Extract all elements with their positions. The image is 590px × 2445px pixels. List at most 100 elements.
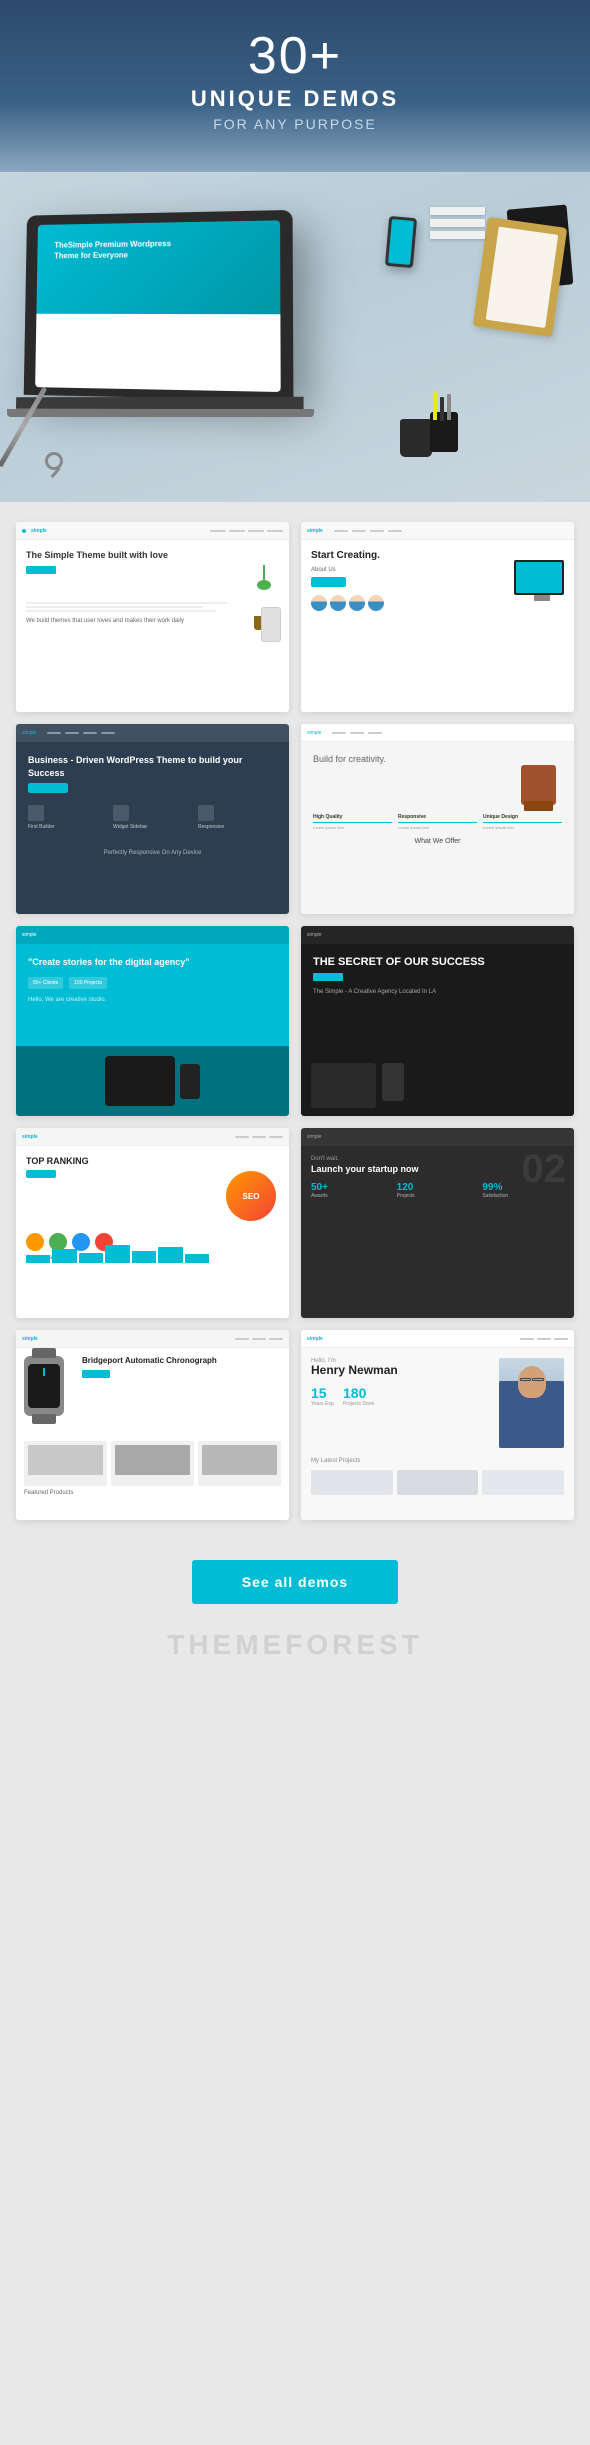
demo-2-nav: [334, 530, 402, 532]
notebook-inner: [486, 227, 558, 328]
demo-card-9[interactable]: simple: [16, 1330, 289, 1520]
watermark-section: ThemeForest: [0, 1624, 590, 1666]
chair-back: [521, 765, 556, 805]
demo-1-text-area: We build themes that user loves and make…: [26, 602, 279, 624]
demo-8-content: Don't wait. Launch your startup now 02 5…: [301, 1146, 574, 1209]
product-1: [24, 1441, 107, 1486]
demo-card-10[interactable]: simple Hello, I'm Henry Newman: [301, 1330, 574, 1520]
demo-3-features: First Builder Widget Sidebar Responsive: [28, 805, 277, 830]
nav-item: [352, 530, 366, 532]
feature-3: Responsive: [198, 805, 277, 830]
demo-card-5[interactable]: simple "Create stories for the digital a…: [16, 926, 289, 1116]
product-img-3: [202, 1445, 277, 1475]
demo-5-devices: [16, 1046, 289, 1116]
demo-3-logo: simple: [22, 730, 36, 736]
demo-card-8[interactable]: simple Don't wait. Launch your startup n…: [301, 1128, 574, 1318]
nav-item: [252, 1338, 266, 1340]
demo-1-inner: simple The Simple Theme built with love: [16, 522, 289, 712]
header-number: 30+: [20, 30, 570, 82]
nav-item: [537, 1338, 551, 1340]
demo-1-line: [26, 610, 216, 612]
watch-hand: [43, 1368, 45, 1376]
demo-3-inner: simple Business - Driven WordPress Theme…: [16, 724, 289, 914]
demo-5-inner: simple "Create stories for the digital a…: [16, 926, 289, 1116]
demo-6-btn: [313, 973, 343, 981]
demo-5-logo: simple: [22, 932, 36, 938]
see-all-button[interactable]: See all demos: [192, 1560, 398, 1604]
small-books: [430, 207, 485, 239]
feature-num-2: 120: [397, 1182, 479, 1193]
product-img-1: [28, 1445, 103, 1475]
demo-7-inner: simple TOP RANKING SEO: [16, 1128, 289, 1318]
demo-1-header: simple: [16, 522, 289, 540]
demo-5-studio: Hello, We are creative studio.: [28, 997, 277, 1003]
offer-line-3: [483, 822, 562, 823]
feature-text-3: Responsive: [198, 824, 277, 830]
demo-1-logo: simple: [31, 528, 47, 534]
demo-7-header: simple: [16, 1128, 289, 1146]
demo-1-phone: [261, 607, 281, 642]
demo-9-content: Bridgeport Automatic Chronograph: [16, 1348, 289, 1504]
demo-10-name: Henry Newman: [311, 1364, 491, 1377]
laptop-base: [16, 397, 304, 409]
project-thumb-2: [397, 1470, 479, 1495]
pencil-1: [433, 392, 437, 420]
demo-6-inner: simple THE SECRET OF OUR SUCCESS The Sim…: [301, 926, 574, 1116]
feature-label-2: Projects: [397, 1193, 479, 1199]
demo-card-7[interactable]: simple TOP RANKING SEO: [16, 1128, 289, 1318]
laptop-bottom: [7, 409, 314, 417]
demo-3-content: Business - Driven WordPress Theme to bui…: [16, 742, 289, 868]
stat-1: 50+ Clients: [28, 977, 63, 989]
watch-container: [24, 1356, 74, 1426]
screen-headline: TheSimple Premium WordpressTheme for Eve…: [54, 238, 171, 261]
nav-item: [83, 732, 97, 734]
demo-3-title: Business - Driven WordPress Theme to bui…: [28, 754, 277, 779]
nav-item: [370, 530, 384, 532]
demo-9-btn: [82, 1370, 110, 1378]
demo-7-content: TOP RANKING SEO: [16, 1146, 289, 1271]
feature-icon-2: [113, 805, 129, 821]
demo-9-featured: Featured Products: [24, 1490, 281, 1496]
monitor-screen-inner: [516, 562, 562, 593]
demo-card-2[interactable]: simple Start Creating. About Us: [301, 522, 574, 712]
offer-title-3: Unique Design: [483, 814, 562, 820]
stat-num-1: 15: [311, 1385, 335, 1401]
header-banner: 30+ UNIQUE DEMOS FOR ANY PURPOSE: [0, 0, 590, 172]
demo-6-title: THE SECRET OF OUR SUCCESS: [313, 956, 562, 969]
watch-face: [28, 1364, 60, 1408]
watch-strap-top: [32, 1348, 56, 1358]
monitor-screen: [514, 560, 564, 595]
demo-9-products: [24, 1441, 281, 1486]
demo-6-content: THE SECRET OF OUR SUCCESS The Simple - A…: [301, 944, 574, 1013]
demo-card-6[interactable]: simple THE SECRET OF OUR SUCCESS The Sim…: [301, 926, 574, 1116]
demo-6-phone: [382, 1063, 404, 1101]
feature-1: First Builder: [28, 805, 107, 830]
offer-title-2: Responsive: [398, 814, 477, 820]
demo-10-projects-label: My Latest Projects: [301, 1458, 574, 1470]
nav-item: [388, 530, 402, 532]
demo-6-laptop: [311, 1063, 376, 1108]
demo-card-1[interactable]: simple The Simple Theme built with love: [16, 522, 289, 712]
demo-card-3[interactable]: simple Business - Driven WordPress Theme…: [16, 724, 289, 914]
demo-9-logo: simple: [22, 1336, 38, 1342]
demo-2-inner: simple Start Creating. About Us: [301, 522, 574, 712]
magnifier-lens: [45, 452, 63, 470]
demo-10-header: simple: [301, 1330, 574, 1348]
stat-years: 15 Years Exp.: [311, 1385, 335, 1407]
demo-7-chart: [26, 1243, 209, 1263]
demo-10-project-thumbs: [301, 1470, 574, 1503]
demo-6-header: simple: [301, 926, 574, 944]
offer-text-2: Lorem ipsum text: [398, 825, 477, 830]
book-2: [430, 219, 485, 227]
glass-left: [520, 1378, 532, 1381]
startup-feature-2: 120 Projects: [397, 1182, 479, 1199]
project-thumb-3: [482, 1470, 564, 1495]
product-2: [111, 1441, 194, 1486]
seo-label: SEO: [243, 1192, 260, 1201]
demo-4-what-offer: What We Offer: [313, 838, 562, 845]
demo-card-4[interactable]: simple Build for creativity.: [301, 724, 574, 914]
avatar-1: [311, 595, 327, 611]
demo-9-inner: simple: [16, 1330, 289, 1520]
demo-1-title: The Simple Theme built with love: [26, 550, 279, 562]
demo-1-logo-dot: [22, 529, 26, 533]
